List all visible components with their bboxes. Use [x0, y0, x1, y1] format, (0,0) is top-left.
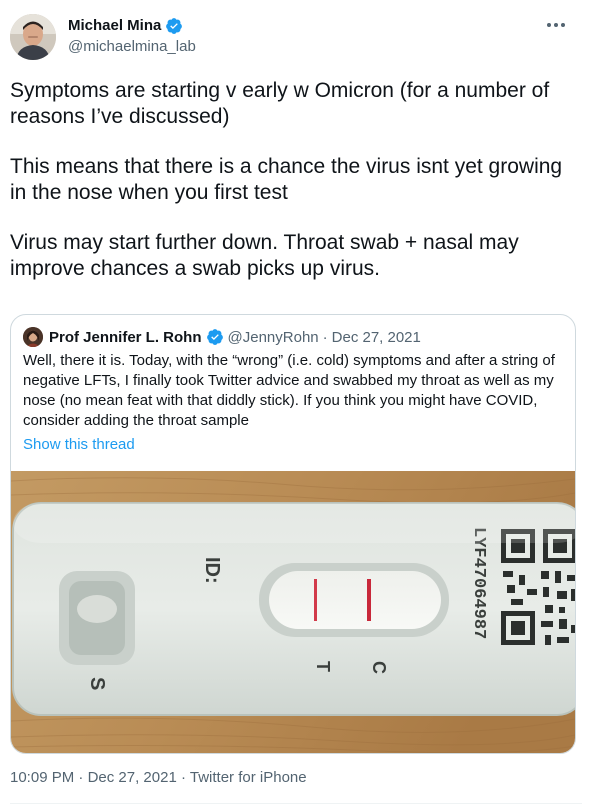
quoted-tweet[interactable]: Prof Jennifer L. Rohn @JennyRohn · Dec 2…	[10, 314, 576, 754]
meta-separator: ·	[78, 769, 84, 786]
quoted-tweet-text: Well, there it is. Today, with the “wron…	[23, 352, 555, 429]
quoted-author-name[interactable]: Prof Jennifer L. Rohn	[49, 329, 202, 346]
quoted-tweet-header: Prof Jennifer L. Rohn @JennyRohn · Dec 2…	[23, 327, 421, 347]
more-options-button[interactable]	[541, 14, 571, 36]
author-handle[interactable]: @michaelmina_lab	[68, 37, 196, 57]
divider	[10, 803, 582, 804]
tweet-paragraph: Symptoms are starting v early w Omicron …	[10, 79, 550, 128]
quoted-author-handle[interactable]: @JennyRohn	[228, 329, 319, 346]
tweet-source-link[interactable]: Twitter for iPhone	[190, 769, 307, 786]
tweet-paragraph: Virus may start further down. Throat swa…	[10, 231, 519, 280]
tweet-paragraph: This means that there is a chance the vi…	[10, 155, 563, 204]
avatar-image	[10, 14, 56, 60]
quoted-tweet-image[interactable]: ID: C T S LYF47064987	[11, 471, 575, 753]
test-line-label: T	[313, 661, 333, 672]
meta-separator: ·	[180, 769, 186, 786]
quoted-date[interactable]: Dec 27, 2021	[332, 329, 421, 346]
tweet-card: Michael Mina @michaelmina_lab Symptoms a…	[0, 0, 589, 807]
verified-badge-icon	[166, 18, 183, 34]
tweet-date-link[interactable]: Dec 27, 2021	[88, 769, 177, 786]
lateral-flow-test-photo: ID: C T S LYF47064987	[11, 471, 575, 753]
quoted-author-avatar[interactable]	[23, 327, 43, 347]
serial-number-label: LYF47064987	[469, 527, 488, 639]
quoted-separator: ·	[322, 328, 328, 346]
quoted-avatar-image	[23, 327, 43, 347]
author-name[interactable]: Michael Mina	[68, 16, 161, 36]
id-label: ID:	[201, 557, 223, 584]
author-name-row[interactable]: Michael Mina	[68, 16, 183, 36]
more-dots-icon	[547, 23, 565, 27]
sample-well-label: S	[86, 677, 108, 690]
tweet-time-link[interactable]: 10:09 PM	[10, 769, 74, 786]
tweet-meta: 10:09 PM · Dec 27, 2021 · Twitter for iP…	[10, 768, 307, 788]
control-line-label: C	[369, 661, 389, 674]
tweet-text: Symptoms are starting v early w Omicron …	[10, 78, 582, 306]
show-thread-link[interactable]: Show this thread	[23, 435, 135, 455]
author-avatar[interactable]	[10, 14, 56, 60]
verified-badge-icon	[206, 329, 223, 345]
